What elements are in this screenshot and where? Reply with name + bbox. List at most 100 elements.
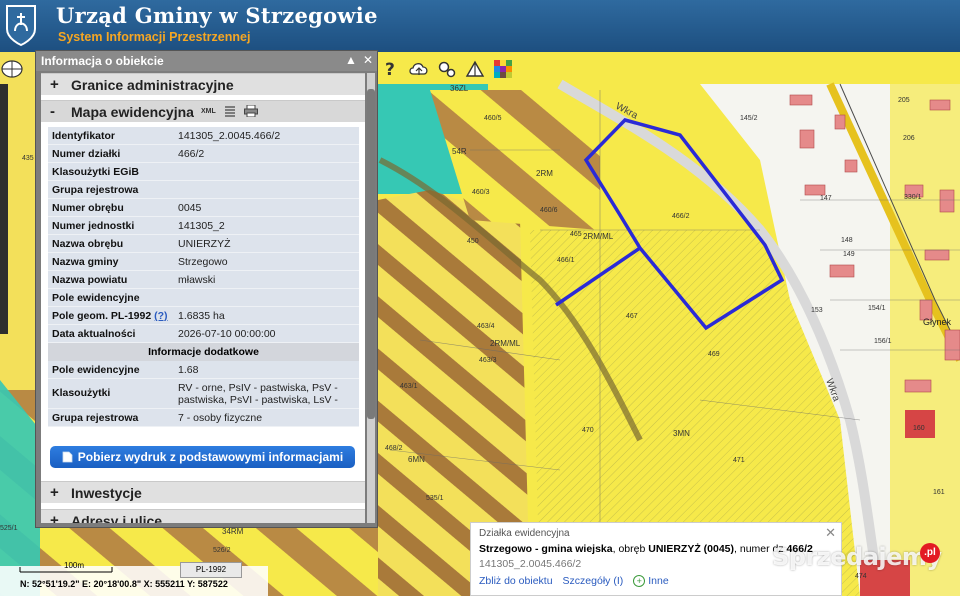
app-subtitle: System Informacji Przestrzennej [58, 30, 251, 44]
panel-header[interactable]: Informacja o obiekcie ▲ ✕ [36, 51, 377, 71]
svg-text:465: 465 [570, 231, 582, 238]
popup-summary: Strzegowo - gmina wiejska, obręb UNIERZY… [479, 543, 813, 555]
svg-text:468/2: 468/2 [385, 445, 403, 452]
print-summary-button[interactable]: Pobierz wydruk z podstawowymi informacja… [50, 446, 355, 468]
attr-row: Klasoużytki RV - orne, PsIV - pastwiska, … [48, 379, 359, 409]
collapse-section-icon: - [50, 103, 55, 120]
svg-text:460/3: 460/3 [472, 189, 490, 196]
svg-text:161: 161 [933, 489, 945, 496]
attr-row: Numer działki 466/2 [48, 145, 359, 163]
collapse-icon[interactable]: ▲ [345, 53, 357, 67]
app-header: Urząd Gminy w Strzegowie System Informac… [0, 0, 960, 52]
svg-text:526/2: 526/2 [213, 547, 231, 554]
attr-row: Nazwa gminy Strzegowo [48, 253, 359, 271]
coat-of-arms-icon [6, 5, 36, 47]
panel-scrollbar[interactable] [367, 73, 375, 523]
coordinates-readout: N: 52°51'19.2" E: 20°18'00.8" X: 555211 … [20, 579, 228, 589]
attributes-table: Identyfikator 141305_2.0045.466/2 Numer d… [48, 127, 359, 427]
map-toolbar: ? [380, 54, 514, 84]
svg-text:149: 149 [843, 251, 855, 258]
svg-text:525/1: 525/1 [0, 525, 18, 532]
crs-select[interactable]: PL-1992 [180, 562, 242, 578]
xml-export-icon[interactable]: XML [201, 108, 216, 115]
left-dock[interactable] [0, 84, 8, 334]
section-inwestycje[interactable]: + Inwestycje [41, 481, 365, 503]
svg-text:474: 474 [855, 573, 867, 580]
svg-text:469: 469 [708, 351, 720, 358]
app-title: Urząd Gminy w Strzegowie [56, 3, 378, 28]
attr-row: Numer jednostki 141305_2 [48, 217, 359, 235]
svg-text:466/1: 466/1 [557, 257, 575, 264]
svg-text:460/6: 460/6 [540, 207, 558, 214]
watermark-logo: Sprzedajemy [772, 543, 942, 571]
zoom-to-object-link[interactable]: Zbliż do obiektu [479, 575, 553, 587]
svg-text:467: 467 [626, 313, 638, 320]
svg-text:535/1: 535/1 [426, 495, 444, 502]
help-link[interactable]: (?) [154, 310, 167, 322]
section-mapa[interactable]: - Mapa ewidencyjna XML [41, 100, 365, 122]
svg-text:330/1: 330/1 [904, 194, 922, 201]
svg-text:156/1: 156/1 [874, 338, 892, 345]
attr-row: Klasoużytki EGiB [48, 163, 359, 181]
plus-icon: + [633, 575, 646, 587]
expand-icon: + [50, 484, 59, 501]
more-link[interactable]: + Inne [633, 575, 669, 587]
svg-text:463/1: 463/1 [400, 383, 418, 390]
close-icon[interactable]: ✕ [363, 53, 373, 67]
svg-text:?: ? [385, 60, 395, 79]
svg-text:145/2: 145/2 [740, 115, 758, 122]
svg-text:2RM/ML: 2RM/ML [490, 339, 521, 348]
attr-row: Data aktualności 2026-07-10 00:00:00 [48, 325, 359, 343]
svg-text:206: 206 [903, 135, 915, 142]
section-adresy-label: Adresy i ulice [71, 513, 163, 523]
help-icon[interactable]: ? [380, 58, 402, 80]
popup-close-icon[interactable]: ✕ [825, 525, 836, 541]
attr-row: Grupa rejestrowa 7 - osoby fizyczne [48, 409, 359, 427]
document-icon [62, 451, 73, 463]
settings-icon[interactable] [436, 58, 458, 80]
svg-text:450: 450 [467, 238, 479, 245]
svg-text:148: 148 [841, 237, 853, 244]
cloud-upload-icon[interactable] [408, 58, 430, 80]
print-icon[interactable] [243, 105, 258, 117]
attr-row: Pole ewidencyjne [48, 289, 359, 307]
svg-text:54R: 54R [452, 147, 467, 156]
svg-text:160: 160 [913, 425, 925, 432]
measure-icon[interactable] [464, 58, 486, 80]
expand-icon: + [50, 76, 59, 93]
svg-text:6MN: 6MN [408, 455, 425, 464]
scrollbar-thumb[interactable] [367, 89, 375, 419]
svg-text:205: 205 [898, 97, 910, 104]
map-label-glinka: Głynek [923, 317, 952, 327]
section-mapa-label: Mapa ewidencyjna [71, 104, 194, 120]
globe-icon[interactable] [0, 58, 26, 80]
layers-color-icon[interactable] [492, 58, 514, 80]
svg-text:3MN: 3MN [673, 429, 690, 438]
section-inwestycje-label: Inwestycje [71, 485, 142, 501]
expand-icon: + [50, 512, 59, 523]
attr-row: Pole ewidencyjne 1.68 [48, 361, 359, 379]
attr-row: Numer obrębu 0045 [48, 199, 359, 217]
attr-row: Nazwa obrębu UNIERZYŻ [48, 235, 359, 253]
svg-text:463/3: 463/3 [479, 357, 497, 364]
attr-row: Identyfikator 141305_2.0045.466/2 [48, 127, 359, 145]
section-granice[interactable]: + Granice administracyjne [41, 73, 365, 95]
object-info-panel: Informacja o obiekcie ▲ ✕ + Granice admi… [35, 50, 378, 528]
panel-title: Informacja o obiekcie [41, 54, 164, 68]
watermark-badge: .pl [920, 543, 940, 563]
map-parcel-466-2: 466/2 [672, 213, 690, 220]
popup-identifier: 141305_2.0045.466/2 [479, 558, 582, 570]
list-icon[interactable] [224, 105, 236, 117]
details-link[interactable]: Szczegóły (I) [563, 575, 624, 587]
section-adresy[interactable]: + Adresy i ulice [41, 509, 365, 523]
popup-label: Działka ewidencyjna [479, 528, 570, 539]
svg-text:36ZL: 36ZL [450, 84, 469, 93]
attr-row: Grupa rejestrowa [48, 181, 359, 199]
svg-text:470: 470 [582, 427, 594, 434]
popup-links: Zbliż do obiektu Szczegóły (I) + Inne [479, 575, 669, 587]
extra-info-header: Informacje dodatkowe [48, 343, 359, 361]
svg-text:147: 147 [820, 195, 832, 202]
panel-body: + Granice administracyjne - Mapa ewidenc… [41, 73, 365, 523]
section-granice-label: Granice administracyjne [71, 77, 234, 93]
svg-text:463/4: 463/4 [477, 323, 495, 330]
